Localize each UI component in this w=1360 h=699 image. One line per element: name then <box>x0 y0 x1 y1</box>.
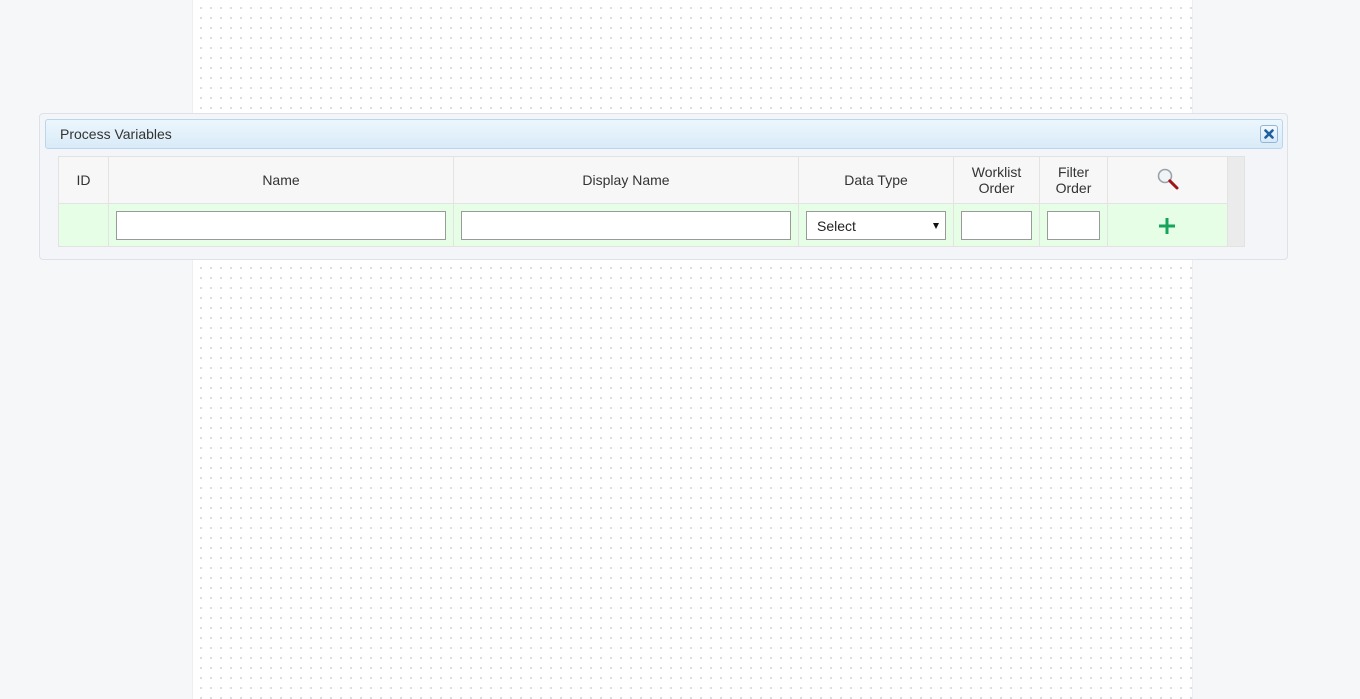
worklist-order-input[interactable] <box>961 211 1032 240</box>
dialog-title: Process Variables <box>60 126 172 142</box>
plus-icon[interactable] <box>1157 216 1177 236</box>
new-row-data-type-cell: Select <box>799 204 954 246</box>
designer-canvas <box>192 0 1193 699</box>
column-header-id: ID <box>59 157 109 204</box>
dropdown-caret-icon <box>933 223 939 229</box>
data-type-selected-value: Select <box>817 218 856 234</box>
name-input[interactable] <box>116 211 446 240</box>
display-name-input[interactable] <box>461 211 791 240</box>
close-icon <box>1264 129 1274 139</box>
column-header-worklist-order: Worklist Order <box>954 157 1040 204</box>
column-header-display-name: Display Name <box>454 157 799 204</box>
column-header-name: Name <box>109 157 454 204</box>
new-row-actions-cell <box>1108 204 1228 246</box>
dialog-titlebar: Process Variables <box>45 119 1283 149</box>
column-header-data-type: Data Type <box>799 157 954 204</box>
filter-order-input[interactable] <box>1047 211 1100 240</box>
new-row-worklist-order-cell <box>954 204 1040 246</box>
column-header-filter-order: Filter Order <box>1040 157 1108 204</box>
data-type-select[interactable]: Select <box>806 211 946 240</box>
new-row-name-cell <box>109 204 454 246</box>
close-button[interactable] <box>1260 125 1278 143</box>
search-icon[interactable] <box>1156 167 1180 191</box>
new-row-filter-order-cell <box>1040 204 1108 246</box>
column-header-actions <box>1108 157 1228 204</box>
new-row-display-name-cell <box>454 204 799 246</box>
variables-grid: ID Name Display Name Data Type Worklist … <box>58 156 1245 247</box>
new-row-id-cell <box>59 204 109 246</box>
